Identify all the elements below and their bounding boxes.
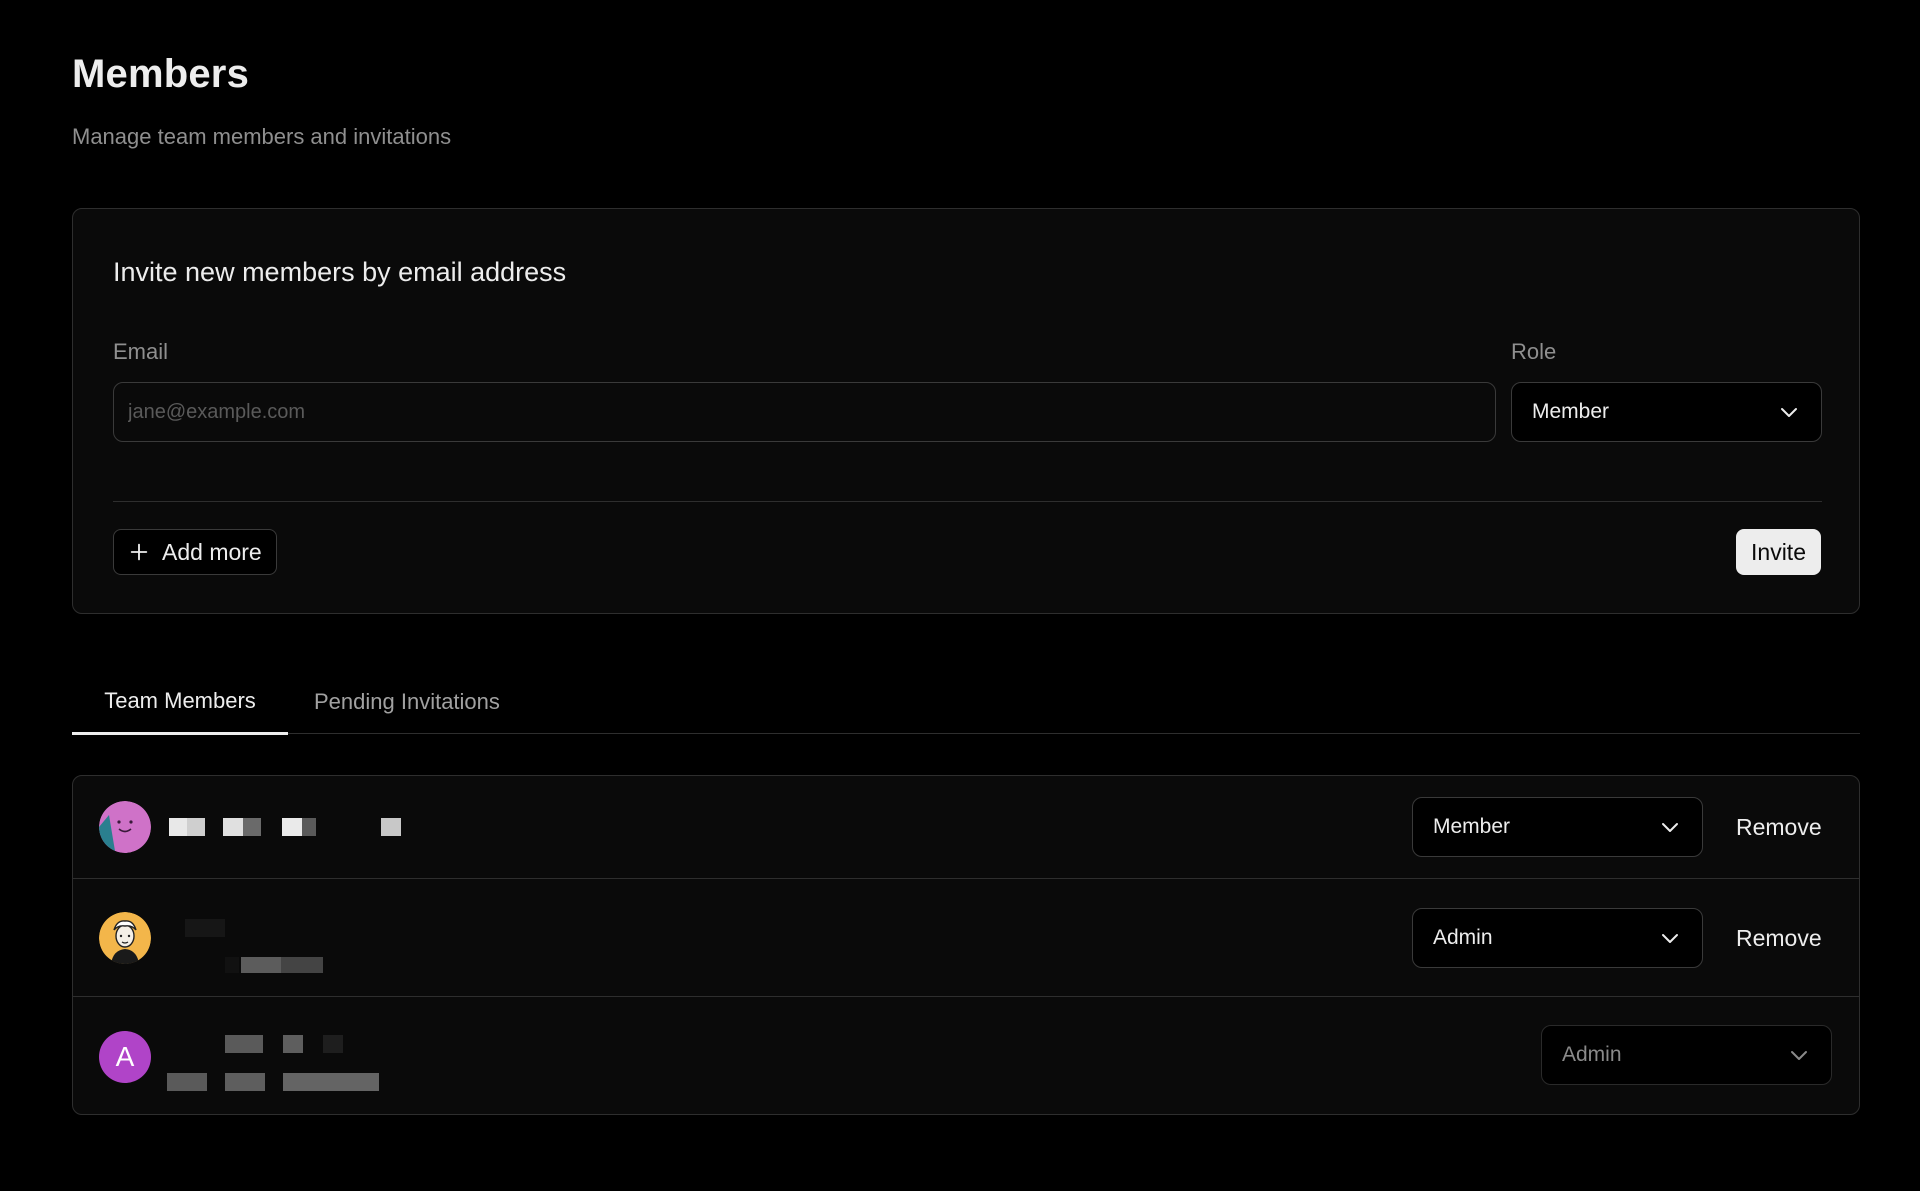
members-tabs: Team Members Pending Invitations (72, 670, 1860, 735)
add-more-label: Add more (162, 538, 262, 565)
invite-card: Invite new members by email address Emai… (72, 208, 1860, 614)
avatar (99, 912, 151, 964)
avatar (99, 801, 151, 853)
smiley-avatar-icon (99, 801, 151, 853)
member-row: A Admin (73, 997, 1859, 1114)
tab-team-members[interactable]: Team Members (72, 670, 288, 735)
invite-divider (113, 501, 1822, 502)
remove-member-button[interactable]: Remove (1736, 918, 1822, 958)
chevron-down-icon (1781, 408, 1797, 417)
member-name-redacted (185, 919, 225, 937)
member-row: Admin Remove (73, 879, 1859, 997)
member-row: Member Remove (73, 776, 1859, 879)
chevron-down-icon (1791, 1051, 1807, 1060)
member-role-select[interactable]: Member (1412, 797, 1703, 857)
chevron-down-icon (1662, 823, 1678, 832)
illustrated-person-avatar-icon (99, 912, 151, 964)
member-role-select[interactable]: Admin (1412, 908, 1703, 968)
member-name-redacted (169, 818, 409, 838)
page-subtitle: Manage team members and invitations (72, 124, 452, 149)
member-email-redacted (167, 1073, 387, 1091)
member-name-redacted (225, 1035, 425, 1053)
plus-icon (130, 543, 148, 561)
tab-pending-invitations[interactable]: Pending Invitations (314, 670, 500, 734)
add-more-button[interactable]: Add more (113, 529, 277, 575)
role-select[interactable]: Member (1511, 382, 1822, 442)
remove-member-button[interactable]: Remove (1736, 807, 1822, 847)
member-role-value: Admin (1433, 926, 1493, 949)
chevron-down-icon (1662, 934, 1678, 943)
member-role-value: Admin (1562, 1043, 1622, 1066)
email-label: Email (113, 339, 169, 364)
role-select-value: Member (1532, 400, 1610, 423)
member-role-select-disabled: Admin (1541, 1025, 1832, 1085)
members-page: Members Manage team members and invitati… (0, 0, 1920, 1191)
members-list: Member Remove Admin Remove A Admin (72, 775, 1860, 1115)
avatar: A (99, 1031, 151, 1083)
role-label: Role (1511, 339, 1557, 364)
member-email-redacted (225, 957, 325, 973)
page-title: Members (72, 52, 250, 96)
email-input[interactable] (113, 382, 1496, 442)
invite-button[interactable]: Invite (1736, 529, 1821, 575)
invite-heading: Invite new members by email address (113, 257, 567, 287)
member-role-value: Member (1433, 815, 1511, 838)
